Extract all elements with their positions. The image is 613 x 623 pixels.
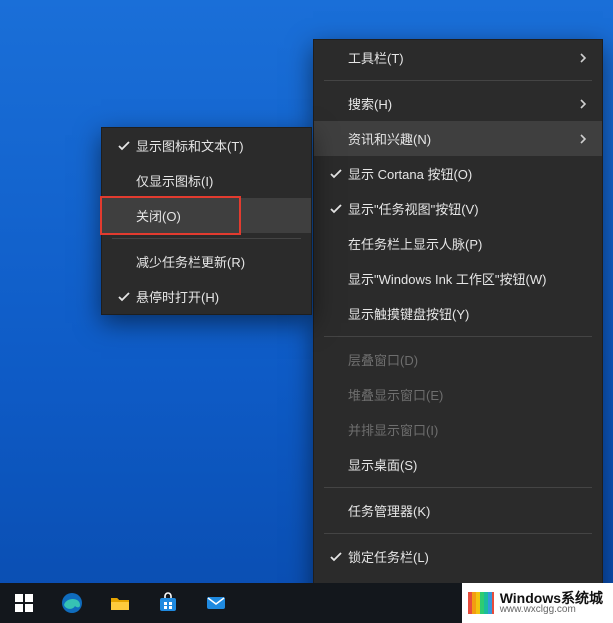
menu-item-label: 搜索(H): [348, 94, 574, 113]
menu-item: 堆叠显示窗口(E): [314, 377, 602, 412]
watermark-title: Windows系统城: [500, 591, 603, 605]
watermark: Windows系统城 www.wxclgg.com: [462, 583, 613, 623]
edge-icon: [60, 591, 84, 615]
folder-icon: [109, 592, 131, 614]
news-interests-submenu: 显示图标和文本(T) 仅显示图标(I) 关闭(O) 减少任务栏更新(R) 悬停时打开(H…: [101, 127, 312, 315]
menu-item[interactable]: 显示触摸键盘按钮(Y): [314, 296, 602, 331]
menu-item[interactable]: 显示"任务视图"按钮(V): [314, 191, 602, 226]
chevron-right-icon: [574, 99, 588, 109]
taskbar-app-explorer[interactable]: [96, 583, 144, 623]
menu-item-label: 显示 Cortana 按钮(O): [348, 164, 588, 183]
watermark-url: www.wxclgg.com: [500, 605, 603, 615]
menu-item-label: 在任务栏上显示人脉(P): [348, 234, 588, 253]
checkmark-icon: [324, 202, 348, 216]
menu-item[interactable]: 在任务栏上显示人脉(P): [314, 226, 602, 261]
desktop: 工具栏(T) 搜索(H) 资讯和兴趣(N) 显示 Cortana 按钮(O) 显示"任务…: [0, 0, 613, 623]
menu-item[interactable]: 锁定任务栏(L): [314, 539, 602, 574]
menu-item[interactable]: 资讯和兴趣(N): [314, 121, 602, 156]
menu-item[interactable]: 仅显示图标(I): [102, 163, 311, 198]
menu-separator: [324, 80, 592, 81]
menu-item[interactable]: 关闭(O): [102, 198, 311, 233]
menu-item-label: 显示图标和文本(T): [136, 136, 297, 155]
menu-separator: [112, 238, 301, 239]
chevron-right-icon: [574, 134, 588, 144]
menu-item[interactable]: 悬停时打开(H): [102, 279, 311, 314]
taskbar-left: [0, 583, 240, 623]
checkmark-icon: [324, 167, 348, 181]
taskbar: 13°C Windows系统城 www.wxclgg.com: [0, 583, 613, 623]
menu-item[interactable]: 减少任务栏更新(R): [102, 244, 311, 279]
taskbar-app-edge[interactable]: [48, 583, 96, 623]
menu-separator: [324, 336, 592, 337]
menu-item[interactable]: 搜索(H): [314, 86, 602, 121]
checkmark-icon: [324, 550, 348, 564]
taskbar-app-store[interactable]: [144, 583, 192, 623]
mail-icon: [205, 592, 227, 614]
menu-item[interactable]: 显示 Cortana 按钮(O): [314, 156, 602, 191]
windows-logo-icon: [15, 594, 33, 612]
menu-item-label: 堆叠显示窗口(E): [348, 385, 588, 404]
menu-item: 并排显示窗口(I): [314, 412, 602, 447]
menu-item-label: 仅显示图标(I): [136, 171, 297, 190]
menu-separator: [324, 487, 592, 488]
menu-item-label: 显示桌面(S): [348, 455, 588, 474]
menu-item[interactable]: 工具栏(T): [314, 40, 602, 75]
menu-separator: [324, 533, 592, 534]
menu-item[interactable]: 显示桌面(S): [314, 447, 602, 482]
menu-item[interactable]: 显示"Windows Ink 工作区"按钮(W): [314, 261, 602, 296]
menu-item-label: 显示"Windows Ink 工作区"按钮(W): [348, 269, 588, 288]
menu-item-label: 工具栏(T): [348, 48, 574, 67]
chevron-right-icon: [574, 53, 588, 63]
watermark-logo-icon: [468, 592, 494, 614]
taskbar-app-mail[interactable]: [192, 583, 240, 623]
menu-item-label: 锁定任务栏(L): [348, 547, 588, 566]
menu-item-label: 任务管理器(K): [348, 501, 588, 520]
menu-item-label: 减少任务栏更新(R): [136, 252, 297, 271]
taskbar-context-menu: 工具栏(T) 搜索(H) 资讯和兴趣(N) 显示 Cortana 按钮(O) 显示"任务…: [313, 39, 603, 610]
checkmark-icon: [112, 139, 136, 153]
start-button[interactable]: [0, 583, 48, 623]
menu-item: 层叠窗口(D): [314, 342, 602, 377]
menu-item-label: 悬停时打开(H): [136, 287, 297, 306]
menu-item-label: 并排显示窗口(I): [348, 420, 588, 439]
menu-item-label: 资讯和兴趣(N): [348, 129, 574, 148]
checkmark-icon: [112, 290, 136, 304]
menu-item-label: 显示触摸键盘按钮(Y): [348, 304, 588, 323]
menu-item-label: 显示"任务视图"按钮(V): [348, 199, 588, 218]
menu-item-label: 关闭(O): [136, 206, 297, 225]
menu-item-label: 层叠窗口(D): [348, 350, 588, 369]
menu-item[interactable]: 显示图标和文本(T): [102, 128, 311, 163]
menu-item[interactable]: 任务管理器(K): [314, 493, 602, 528]
store-icon: [157, 592, 179, 614]
